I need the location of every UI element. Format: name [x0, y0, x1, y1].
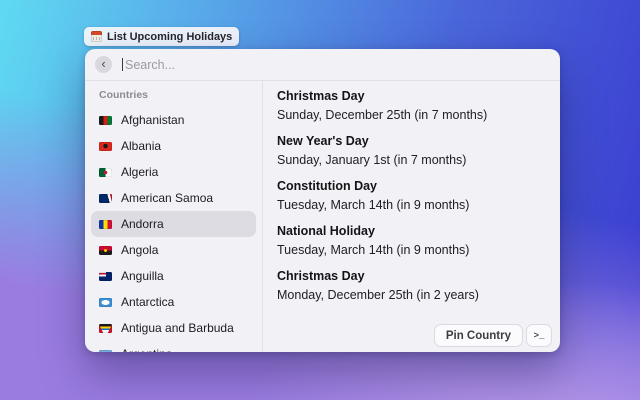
holiday-name: New Year's Day	[277, 134, 369, 148]
country-flag-icon	[99, 141, 112, 151]
country-list: Afghanistan Albania Algeria American Sam…	[85, 107, 262, 352]
holiday-list: Christmas Day Sunday, December 25th (in …	[277, 89, 544, 303]
holiday-name: Christmas Day	[277, 269, 365, 283]
country-name: Antarctica	[121, 295, 175, 309]
country-flag-icon	[99, 271, 112, 281]
holiday-date: Tuesday, March 14th (in 9 months)	[277, 198, 470, 212]
country-flag-icon	[99, 219, 112, 229]
country-flag-icon	[99, 297, 112, 307]
country-name: Afghanistan	[121, 113, 185, 127]
chevron-left-icon: ‹	[101, 56, 106, 71]
holiday-detail-panel: Christmas Day Sunday, December 25th (in …	[263, 81, 560, 352]
country-flag-icon	[99, 115, 112, 125]
desktop-background: List Upcoming Holidays ‹ Search... Count…	[0, 0, 640, 400]
country-name: Argentina	[121, 347, 172, 352]
country-flag-icon	[99, 323, 112, 333]
country-row[interactable]: Argentina	[91, 341, 256, 352]
country-flag-icon	[99, 349, 112, 352]
country-name: Angola	[121, 243, 159, 257]
holiday-date: Tuesday, March 14th (in 9 months)	[277, 243, 470, 257]
holiday-item: Christmas Day Monday, December 25th (in …	[277, 269, 544, 303]
holiday-item: New Year's Day Sunday, January 1st (in 7…	[277, 134, 544, 168]
text-caret	[122, 58, 123, 71]
holiday-name: Christmas Day	[277, 89, 365, 103]
country-flag-icon	[99, 193, 112, 203]
back-button[interactable]: ‹	[95, 56, 112, 73]
pin-country-button[interactable]: Pin Country	[433, 324, 523, 347]
holiday-item: Christmas Day Sunday, December 25th (in …	[277, 89, 544, 123]
country-name: Anguilla	[121, 269, 164, 283]
search-input[interactable]: Search...	[122, 49, 550, 80]
country-row[interactable]: Antarctica	[91, 289, 256, 315]
country-name: Andorra	[121, 217, 164, 231]
holiday-date: Sunday, December 25th (in 7 months)	[277, 108, 488, 122]
country-name: Antigua and Barbuda	[121, 321, 234, 335]
calendar-icon	[91, 31, 102, 42]
country-row[interactable]: American Samoa	[91, 185, 256, 211]
countries-section-label: Countries	[99, 89, 149, 101]
holiday-item: National Holiday Tuesday, March 14th (in…	[277, 224, 544, 258]
window-body: Countries Afghanistan Albania Algeria Am…	[85, 81, 560, 352]
holiday-name: National Holiday	[277, 224, 375, 238]
country-row[interactable]: Anguilla	[91, 263, 256, 289]
holiday-date: Sunday, January 1st (in 7 months)	[277, 153, 467, 167]
command-tag-label: List Upcoming Holidays	[107, 30, 233, 43]
country-row[interactable]: Antigua and Barbuda	[91, 315, 256, 341]
command-tag: List Upcoming Holidays	[84, 27, 240, 46]
country-row[interactable]: Algeria	[91, 159, 256, 185]
countries-sidebar: Countries Afghanistan Albania Algeria Am…	[85, 81, 263, 352]
keyboard-shortcut-hint[interactable]: >_	[526, 324, 552, 347]
holiday-date: Monday, December 25th (in 2 years)	[277, 288, 479, 302]
country-flag-icon	[99, 167, 112, 177]
country-name: Algeria	[121, 165, 159, 179]
country-row[interactable]: Andorra	[91, 211, 256, 237]
launcher-window: ‹ Search... Countries Afghanistan Albani…	[85, 49, 560, 352]
country-name: American Samoa	[121, 191, 214, 205]
search-bar: ‹ Search...	[85, 49, 560, 81]
country-row[interactable]: Albania	[91, 133, 256, 159]
country-row[interactable]: Angola	[91, 237, 256, 263]
country-flag-icon	[99, 245, 112, 255]
holiday-name: Constitution Day	[277, 179, 377, 193]
country-name: Albania	[121, 139, 162, 153]
country-row[interactable]: Afghanistan	[91, 107, 256, 133]
footer-actions: Pin Country >_	[433, 324, 552, 347]
holiday-item: Constitution Day Tuesday, March 14th (in…	[277, 179, 544, 213]
search-placeholder: Search...	[125, 57, 176, 72]
